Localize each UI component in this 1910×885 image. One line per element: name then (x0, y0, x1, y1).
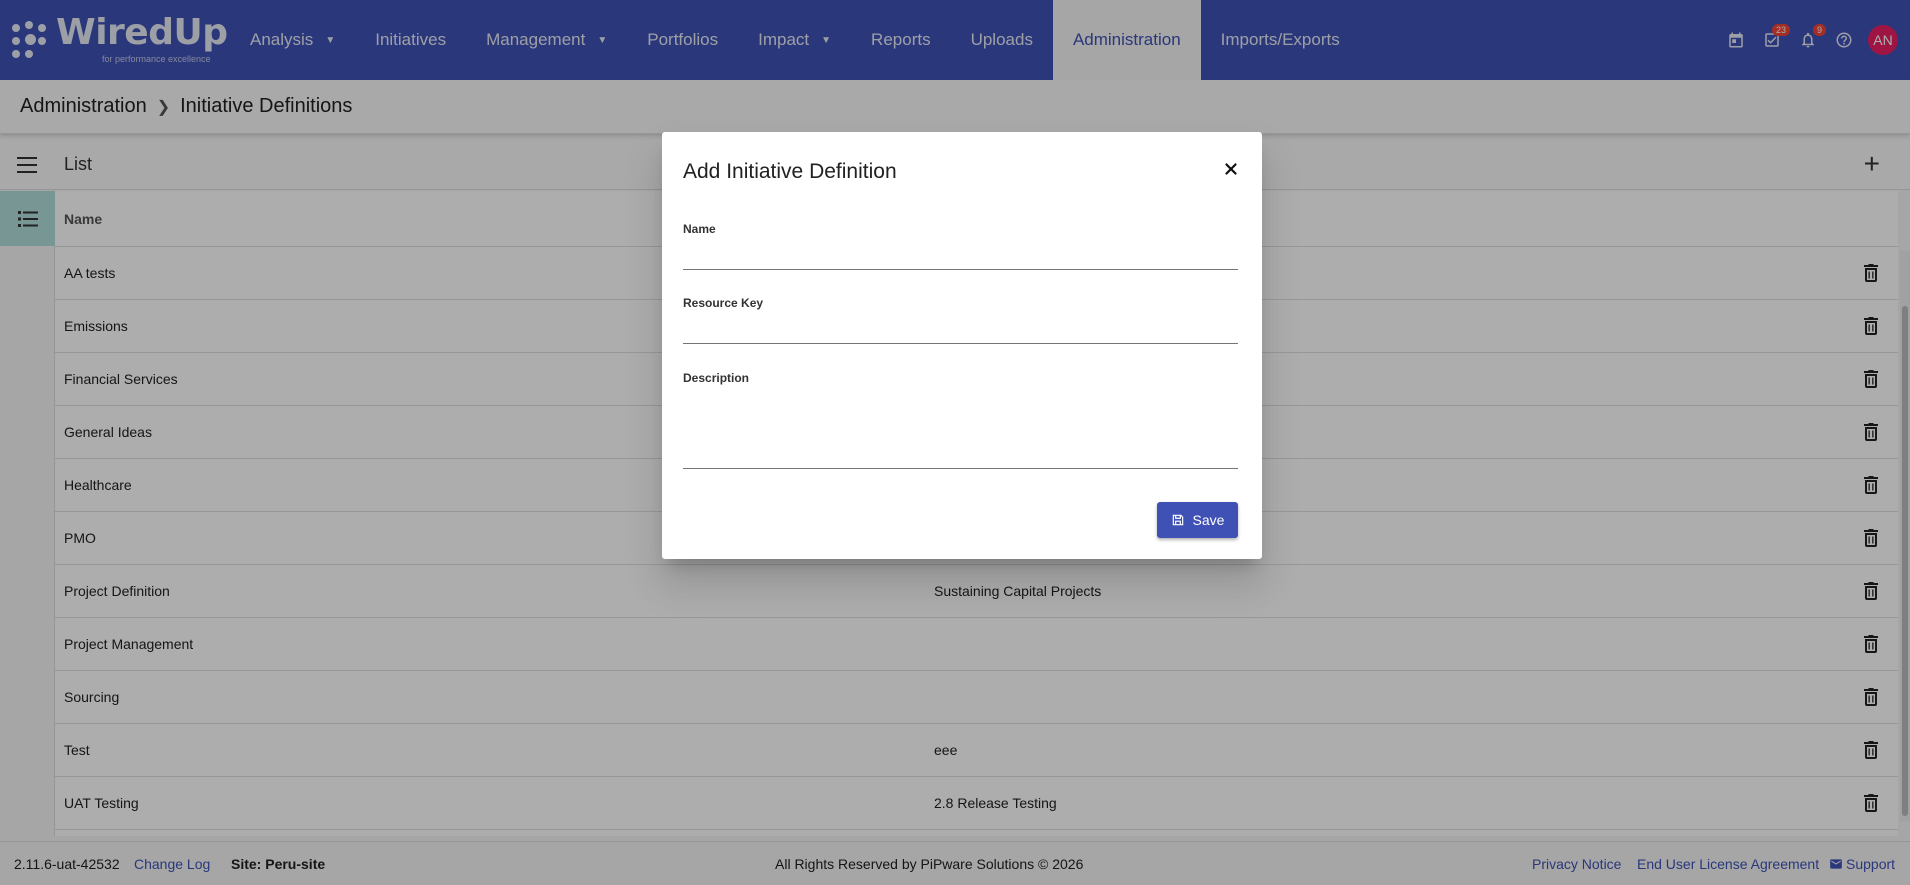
name-field: Name (683, 222, 1238, 270)
dialog-title: Add Initiative Definition (683, 160, 897, 183)
save-button[interactable]: Save (1157, 502, 1238, 538)
resource-key-input[interactable] (683, 314, 1238, 344)
description-input[interactable] (683, 389, 1238, 469)
resource-key-label: Resource Key (683, 296, 764, 310)
add-initiative-definition-dialog: Add Initiative Definition Name Resource … (662, 132, 1262, 559)
close-icon[interactable] (1222, 160, 1240, 178)
name-input[interactable] (683, 240, 1238, 270)
description-field: Description (683, 371, 1238, 469)
resource-key-field: Resource Key (683, 296, 1238, 344)
save-icon (1172, 514, 1183, 526)
save-label: Save (1192, 512, 1225, 528)
description-label: Description (683, 371, 750, 385)
name-label: Name (683, 222, 716, 236)
